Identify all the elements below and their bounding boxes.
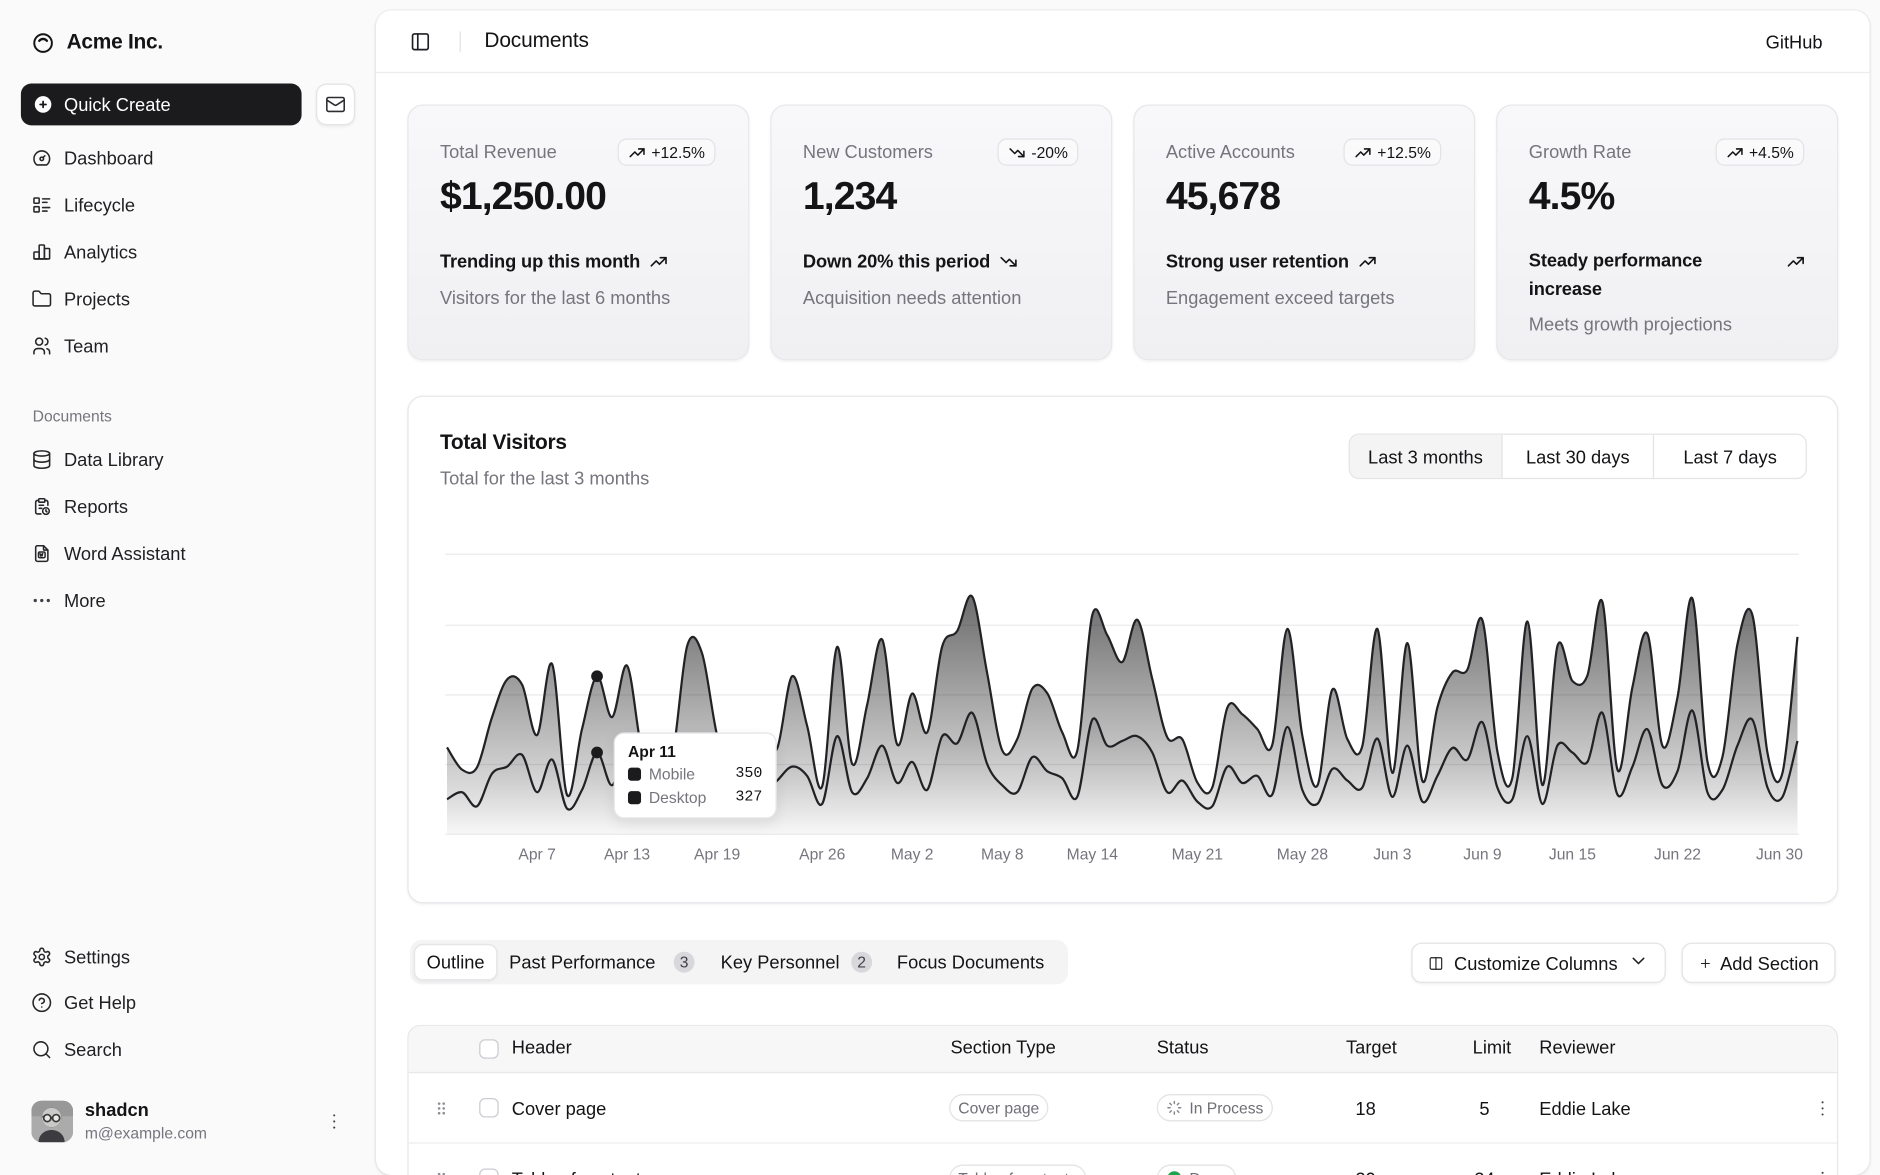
svg-text:Jun 30: Jun 30 [1756,847,1803,864]
svg-text:Apr 19: Apr 19 [694,847,740,864]
svg-text:May 8: May 8 [981,847,1024,864]
svg-text:May 2: May 2 [891,847,934,864]
svg-text:Jun 9: Jun 9 [1463,847,1501,864]
svg-text:May 28: May 28 [1277,847,1329,864]
svg-text:Jun 3: Jun 3 [1373,847,1412,864]
svg-text:May 21: May 21 [1172,847,1223,864]
svg-text:Jun 22: Jun 22 [1654,847,1701,864]
svg-text:May 14: May 14 [1067,847,1119,864]
svg-text:Apr 7: Apr 7 [518,847,555,864]
svg-text:Apr 26: Apr 26 [799,847,845,864]
svg-text:Jun 15: Jun 15 [1549,847,1596,864]
svg-text:Apr 13: Apr 13 [604,847,650,864]
